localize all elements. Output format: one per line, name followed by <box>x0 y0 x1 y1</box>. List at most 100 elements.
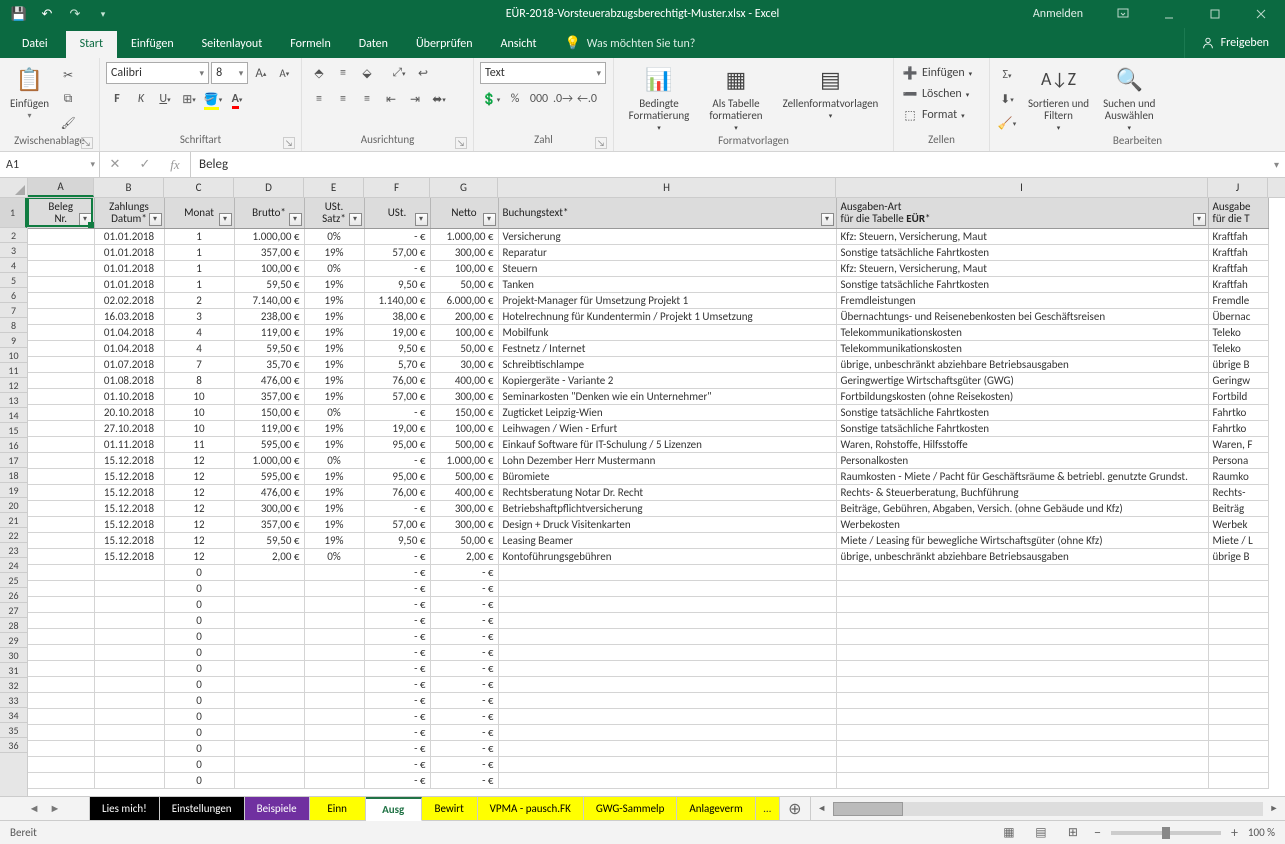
cell[interactable]: Festnetz / Internet <box>498 340 836 356</box>
row-header[interactable]: 24 <box>0 558 27 573</box>
col-header-E[interactable]: E <box>304 178 364 197</box>
bold-button[interactable]: F <box>106 88 128 110</box>
cell[interactable] <box>836 596 1208 612</box>
cell[interactable] <box>498 692 836 708</box>
cell[interactable] <box>28 484 94 500</box>
cell[interactable] <box>836 724 1208 740</box>
cell[interactable]: 100,00 € <box>430 420 498 436</box>
cell[interactable]: 10 <box>164 388 234 404</box>
cell[interactable]: 19% <box>304 436 364 452</box>
cell[interactable]: 19% <box>304 372 364 388</box>
cell[interactable] <box>94 708 164 724</box>
horizontal-scrollbar[interactable]: ◄ ► <box>810 797 1285 820</box>
cell[interactable] <box>28 436 94 452</box>
grow-font-icon[interactable]: A▴ <box>250 62 271 84</box>
cell[interactable]: 02.02.2018 <box>94 292 164 308</box>
align-left-icon[interactable]: ≡ <box>308 88 330 110</box>
table-header[interactable]: Buchungstext*▾ <box>498 198 836 228</box>
cell[interactable]: 12 <box>164 500 234 516</box>
row-header[interactable]: 4 <box>0 258 27 273</box>
cell[interactable]: 119,00 € <box>234 324 304 340</box>
cell[interactable]: Sonstige tatsächliche Fahrtkosten <box>836 244 1208 260</box>
cell[interactable]: - € <box>364 500 430 516</box>
row-header[interactable]: 11 <box>0 363 27 378</box>
cell[interactable]: 0 <box>164 644 234 660</box>
sign-in-link[interactable]: Anmelden <box>1017 7 1099 21</box>
table-header[interactable]: BelegNr.▾ <box>28 198 94 228</box>
cell[interactable]: Waren, Rohstoffe, Hilfsstoffe <box>836 436 1208 452</box>
cell[interactable]: 15.12.2018 <box>94 468 164 484</box>
cell[interactable] <box>304 676 364 692</box>
tab-file[interactable]: Datei <box>4 31 66 58</box>
copy-icon[interactable]: ⧉ <box>57 88 79 110</box>
find-select-button[interactable]: 🔍Suchen und Auswählen▾ <box>1099 62 1159 134</box>
cell[interactable]: - € <box>364 708 430 724</box>
cell[interactable]: 01.10.2018 <box>94 388 164 404</box>
cell[interactable]: Geringwertige Wirtschaftsgüter (GWG) <box>836 372 1208 388</box>
cell[interactable]: Einkauf Software für IT-Schulung / 5 Liz… <box>498 436 836 452</box>
row-header[interactable]: 26 <box>0 588 27 603</box>
cell[interactable]: 19,00 € <box>364 324 430 340</box>
cell[interactable]: Persona <box>1208 452 1268 468</box>
cell[interactable]: Kraftfah <box>1208 260 1268 276</box>
cell[interactable] <box>234 580 304 596</box>
cell[interactable]: 10 <box>164 404 234 420</box>
zoom-out-icon[interactable]: − <box>1094 824 1101 841</box>
cell[interactable] <box>836 628 1208 644</box>
cut-icon[interactable]: ✂ <box>57 64 79 86</box>
cell[interactable] <box>304 612 364 628</box>
cell[interactable]: - € <box>364 580 430 596</box>
cell[interactable] <box>836 756 1208 772</box>
cell[interactable]: - € <box>364 404 430 420</box>
cell[interactable]: 357,00 € <box>234 388 304 404</box>
enter-formula-icon[interactable]: ✓ <box>130 152 160 177</box>
orientation-icon[interactable]: ⤢▾ <box>388 62 410 84</box>
align-bottom-icon[interactable]: ⬙ <box>356 62 378 84</box>
cell[interactable] <box>1208 740 1268 756</box>
row-header[interactable]: 35 <box>0 723 27 738</box>
save-icon[interactable]: 💾 <box>6 1 32 27</box>
row-header[interactable]: 34 <box>0 708 27 723</box>
cell[interactable] <box>836 676 1208 692</box>
col-header-B[interactable]: B <box>94 178 164 197</box>
delete-cells-button[interactable]: ➖Löschen ▾ <box>900 85 971 103</box>
cell[interactable]: Raumko <box>1208 468 1268 484</box>
cell[interactable] <box>234 612 304 628</box>
filter-button-icon[interactable]: ▾ <box>289 213 302 226</box>
cell[interactable] <box>28 324 94 340</box>
cell[interactable] <box>94 564 164 580</box>
row-header[interactable]: 17 <box>0 453 27 468</box>
align-top-icon[interactable]: ⬘ <box>308 62 330 84</box>
row-header[interactable]: 16 <box>0 438 27 453</box>
sheet-tab[interactable]: … <box>756 797 780 820</box>
cell[interactable]: Versicherung <box>498 228 836 244</box>
cell[interactable]: 59,50 € <box>234 340 304 356</box>
tab-start[interactable]: Start <box>66 31 117 58</box>
cell[interactable]: 19% <box>304 516 364 532</box>
cell[interactable] <box>498 628 836 644</box>
row-header[interactable]: 29 <box>0 633 27 648</box>
table-header[interactable]: Brutto*▾ <box>234 198 304 228</box>
sheet-nav-next-icon[interactable]: ► <box>50 802 61 815</box>
cell[interactable]: - € <box>430 676 498 692</box>
cell[interactable] <box>94 644 164 660</box>
redo-icon[interactable]: ↷ <box>62 1 88 27</box>
hscroll-thumb[interactable] <box>833 802 903 816</box>
cell[interactable] <box>94 612 164 628</box>
cell[interactable] <box>304 756 364 772</box>
dec-inc-icon[interactable]: .0→ <box>552 88 574 110</box>
cell[interactable]: Übernac <box>1208 308 1268 324</box>
cell[interactable]: 500,00 € <box>430 468 498 484</box>
cell[interactable]: 150,00 € <box>234 404 304 420</box>
cell[interactable]: übrige, unbeschränkt abziehbare Betriebs… <box>836 548 1208 564</box>
cell[interactable] <box>94 580 164 596</box>
cell[interactable] <box>28 372 94 388</box>
cell[interactable]: 4 <box>164 324 234 340</box>
cell[interactable] <box>498 580 836 596</box>
cell[interactable]: 1 <box>164 260 234 276</box>
shrink-font-icon[interactable]: A▾ <box>274 62 295 84</box>
name-box[interactable]: A1▾ <box>0 152 100 177</box>
cell[interactable]: Rechts- & Steuerberatung, Buchführung <box>836 484 1208 500</box>
cell[interactable]: 01.01.2018 <box>94 228 164 244</box>
cell[interactable] <box>94 724 164 740</box>
